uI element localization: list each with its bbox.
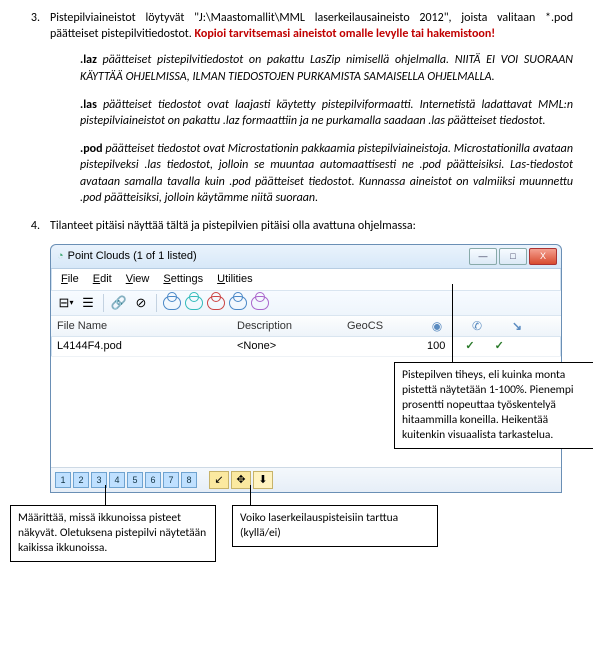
statusbar: 1 2 3 4 5 6 7 8 ↙ ✥ ⬇ [51,467,561,492]
toolbar-separator [156,294,157,312]
menu-settings[interactable]: Settings [157,271,209,288]
cell-check1[interactable]: ✓ [465,339,474,354]
minimize-button[interactable]: — [469,248,497,265]
snap-btn-3[interactable]: ⬇ [253,471,273,489]
cloud-icon-3[interactable] [207,294,225,312]
list-item-3: 3. Pistepilviaineistot löytyvät "J:\Maas… [10,10,573,42]
cell-filename: L4144F4.pod [57,339,237,354]
item3-warning: Kopioi tarvitsemasi aineistot omalle lev… [195,27,496,41]
app-icon: ◔ [57,249,64,264]
laz-lead: .laz [80,53,97,67]
snap-btn-1[interactable]: ↙ [209,471,229,489]
view-btn-7[interactable]: 7 [163,472,179,488]
list-number: 4. [10,218,50,234]
col-geocs[interactable]: GeoCS [347,319,427,334]
pod-lead: .pod [80,142,103,156]
view-btn-2[interactable]: 2 [73,472,89,488]
list-body: Pistepilviaineistot löytyvät "J:\Maastom… [50,10,573,42]
screenshot-region: ◔ Point Clouds (1 of 1 listed) — □ X Fil… [50,244,573,489]
list-item-4: 4. Tilanteet pitäisi näyttää tältä ja pi… [10,218,573,234]
tree-mode-icon[interactable]: ☰ [79,294,97,312]
titlebar: ◔ Point Clouds (1 of 1 listed) — □ X [51,245,561,269]
menu-file[interactable]: File [55,271,85,288]
maximize-button[interactable]: □ [499,248,527,265]
cell-description: <None> [237,339,347,354]
menu-utilities[interactable]: Utilities [211,271,258,288]
list-number: 3. [10,10,50,42]
phone-icon[interactable]: ✆ [467,318,487,334]
sub-para-las: .las päätteiset tiedostot ovat laajasti … [80,97,573,129]
las-lead: .las [80,98,97,112]
window-buttons: — □ X [469,248,557,265]
callout-line-density [452,284,453,362]
list-mode-icon[interactable]: ⊟▾ [57,294,75,312]
window-title: Point Clouds (1 of 1 listed) [68,249,469,264]
detach-icon[interactable]: ⊘ [132,294,150,312]
snap-btn-2[interactable]: ✥ [231,471,251,489]
pod-rest: päätteiset tiedostot ovat Microstationin… [80,142,573,205]
toolbar: ⊟▾ ☰ 🔗 ⊘ [51,291,561,316]
callout-line-views [105,485,106,505]
lower-callouts: Määrittää, missä ikkunoissa pisteet näky… [10,495,573,565]
snap-arrow-icon[interactable]: ↘ [507,318,527,334]
attach-icon[interactable]: 🔗 [110,294,128,312]
callout-line-snap [250,485,251,505]
view-btn-1[interactable]: 1 [55,472,71,488]
cloud-icon-5[interactable] [251,294,269,312]
item4-text: Tilanteet pitäisi näyttää tältä ja piste… [50,218,573,234]
view-btn-8[interactable]: 8 [181,472,197,488]
globe-icon[interactable]: ◉ [427,318,447,334]
menubar: File Edit View Settings Utilities [51,269,561,291]
sub-para-laz: .laz päätteiset pistepilvitiedostot on p… [80,52,573,84]
cell-density[interactable]: 100 [427,339,445,354]
snap-buttons: ↙ ✥ ⬇ [209,471,273,489]
view-btn-5[interactable]: 5 [127,472,143,488]
las-rest: päätteiset tiedostot ovat laajasti käyte… [80,98,573,128]
laz-rest: päätteiset pistepilvitiedostot on pakatt… [80,53,573,83]
col-filename[interactable]: File Name [57,319,237,334]
callout-density: Pistepilven tiheys, eli kuinka monta pis… [394,362,593,449]
cloud-icon-1[interactable] [163,294,181,312]
view-btn-6[interactable]: 6 [145,472,161,488]
column-headers: File Name Description GeoCS ◉ ✆ ↘ [51,316,561,337]
sub-para-pod: .pod päätteiset tiedostot ovat Microstat… [80,141,573,206]
callout-views: Määrittää, missä ikkunoissa pisteet näky… [10,505,216,562]
menu-view[interactable]: View [120,271,156,288]
cloud-icon-4[interactable] [229,294,247,312]
cloud-icon-2[interactable] [185,294,203,312]
cell-flags: 100 ✓ ✓ [427,339,555,354]
table-row[interactable]: L4144F4.pod <None> 100 ✓ ✓ [51,337,561,357]
toolbar-separator [103,294,104,312]
callout-snap: Voiko laserkeilauspisteisiin tarttua (ky… [232,505,438,547]
cell-check2[interactable]: ✓ [495,339,504,354]
col-icons: ◉ ✆ ↘ [427,318,555,334]
view-btn-4[interactable]: 4 [109,472,125,488]
col-description[interactable]: Description [237,319,347,334]
close-button[interactable]: X [529,248,557,265]
menu-edit[interactable]: Edit [87,271,118,288]
